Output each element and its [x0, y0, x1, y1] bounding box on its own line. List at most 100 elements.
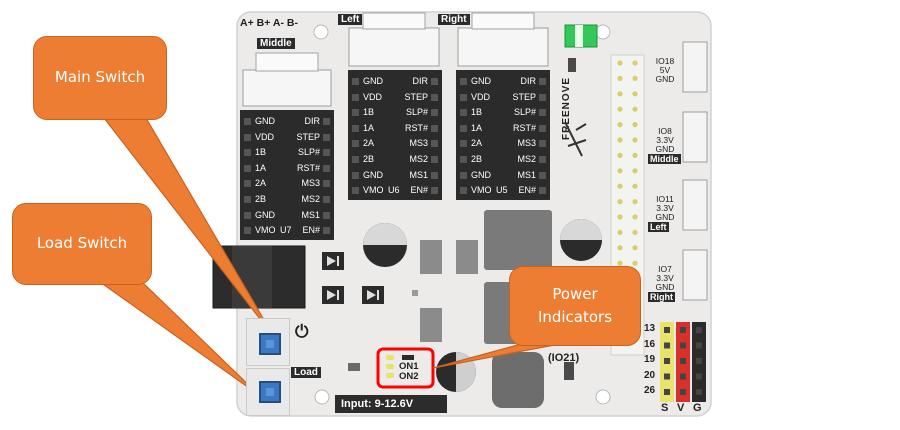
- driver-pin-square: [352, 124, 359, 132]
- driver-pin-square: [460, 140, 467, 148]
- servo-pin: [680, 373, 686, 380]
- servo-pin: [664, 389, 670, 395]
- driver-pin-label: RST#: [512, 122, 536, 133]
- gpio-pin: [632, 168, 638, 174]
- driver-pin-label: 2A: [471, 138, 483, 149]
- driver-pin-square: [539, 109, 546, 117]
- servo-pin: [664, 327, 670, 333]
- gpio-pin: [632, 214, 638, 220]
- driver-pin-label: 2B: [255, 194, 267, 204]
- power-symbol-icon: ⏻: [295, 322, 309, 342]
- gpio-pin: [617, 229, 623, 235]
- driver-pin-square: [431, 109, 438, 117]
- gpio-pin: [617, 152, 623, 158]
- driver-pin-square: [244, 118, 251, 125]
- driver-pin-square: [431, 124, 438, 132]
- servo-pin: [696, 327, 702, 333]
- load-switch-button[interactable]: [259, 381, 281, 403]
- driver-board-right: [456, 70, 550, 200]
- driver-pin-square: [431, 171, 438, 179]
- driver-chip-label: U6: [388, 185, 400, 196]
- driver-pin-square: [460, 187, 467, 195]
- driver-pin-square: [431, 156, 438, 163]
- driver-pin-label: EN#: [302, 225, 320, 236]
- driver-pin-label: 1A: [255, 162, 267, 173]
- driver-pin-label: VDD: [255, 131, 275, 142]
- driver-pin-label: RST#: [404, 122, 428, 133]
- power-led-indicator: [386, 355, 394, 360]
- driver-pin-square: [352, 109, 359, 117]
- on1-led-indicator: [386, 364, 394, 369]
- connector-label-right: Right: [438, 14, 470, 25]
- brand-logo-icon: [565, 123, 587, 157]
- servo-column-label: S: [661, 402, 669, 414]
- gpio-pin: [617, 199, 623, 205]
- inductor: [484, 210, 552, 270]
- side-port-tag: Left: [648, 222, 669, 232]
- servo-pin: [680, 389, 686, 395]
- driver-pin-square: [539, 171, 546, 179]
- driver-pin-square: [539, 78, 546, 85]
- driver-pin-label: 2A: [363, 138, 375, 149]
- servo-pin: [680, 358, 686, 364]
- main-switch-button[interactable]: [259, 333, 281, 355]
- driver-pin-label: SLP#: [405, 107, 428, 118]
- driver-pin-square: [352, 156, 359, 163]
- servo-pin-number: 20: [644, 369, 656, 381]
- driver-pin-square: [431, 78, 438, 85]
- driver-pin-label: GND: [363, 76, 383, 86]
- main-switch[interactable]: [246, 318, 290, 366]
- callout-load-switch-text: Load Switch: [36, 234, 128, 253]
- driver-pin-label: DIR: [520, 76, 537, 86]
- driver-pin-square: [352, 171, 359, 179]
- mosfet: [420, 240, 442, 274]
- connector-label-left: Left: [338, 14, 363, 25]
- servo-pin: [696, 358, 702, 364]
- driver-pin-label: MS2: [301, 194, 320, 204]
- driver-pin-label: GND: [255, 116, 275, 126]
- input-voltage-label: Input: 9-12.6V: [341, 398, 414, 410]
- on2-led-indicator: [386, 373, 394, 378]
- driver-pin-label: MS3: [409, 138, 428, 149]
- driver-pin-square: [431, 93, 438, 101]
- servo-pin: [680, 342, 686, 349]
- driver-pin-square: [244, 180, 251, 188]
- driver-pin-square: [352, 93, 359, 101]
- driver-pin-label: MS1: [517, 169, 536, 180]
- driver-pin-square: [539, 124, 546, 132]
- driver-pin-square: [352, 187, 359, 195]
- driver-pin-label: MS3: [517, 138, 536, 149]
- capacitor-left: [363, 223, 407, 267]
- driver-pin-square: [323, 149, 330, 157]
- driver-pin-label: VMO: [255, 225, 276, 236]
- driver-pin-square: [539, 187, 546, 195]
- driver-pin-label: STEP: [296, 131, 320, 142]
- load-switch[interactable]: [246, 368, 290, 416]
- driver-pin-square: [244, 164, 251, 172]
- gpio-pin: [632, 229, 638, 235]
- driver-pin-label: GND: [471, 169, 491, 180]
- driver-pin-square: [539, 156, 546, 163]
- side-sensor-connector: [682, 41, 708, 93]
- driver-pin-label: STEP: [404, 91, 428, 102]
- driver-pin-square: [244, 133, 251, 141]
- driver-pin-label: GND: [471, 76, 491, 86]
- driver-pin-label: 2B: [363, 154, 375, 164]
- driver-chip-label: U7: [280, 225, 292, 236]
- driver-pin-square: [323, 196, 330, 203]
- driver-pin-square: [323, 118, 330, 125]
- gpio-pin: [632, 60, 638, 66]
- diode: [322, 286, 344, 304]
- driver-pin-label: 1B: [255, 147, 267, 158]
- driver-pin-square: [460, 156, 467, 163]
- callout-power-indicators: Power Indicators: [509, 266, 641, 346]
- driver-pin-square: [244, 149, 251, 157]
- driver-pin-label: RST#: [296, 162, 320, 173]
- servo-pin: [696, 342, 702, 349]
- load-label: Load: [291, 367, 321, 378]
- servo-pin-number: 19: [644, 354, 656, 365]
- driver-pin-square: [539, 93, 546, 101]
- driver-pin-square: [244, 196, 251, 203]
- driver-pin-label: GND: [363, 169, 383, 180]
- driver-pin-square: [323, 164, 330, 172]
